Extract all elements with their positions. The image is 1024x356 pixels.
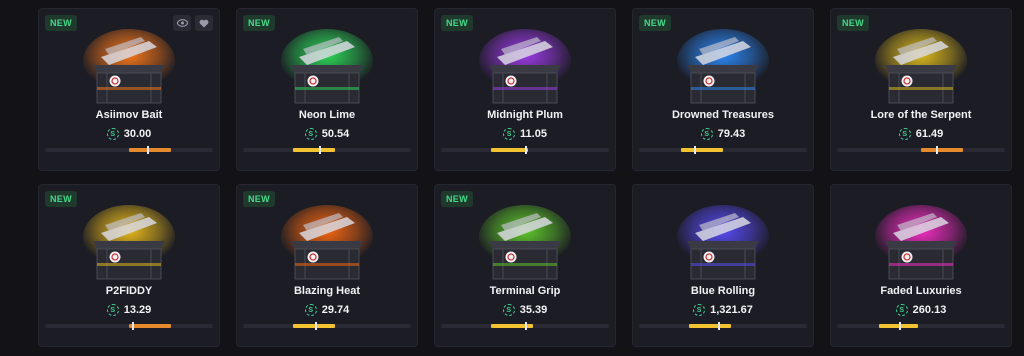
value-range-bar (441, 322, 609, 330)
value-range-marker (936, 146, 939, 154)
case-grid: NEW Asiimov Bait S 30.00 NEW Neon Lime S… (0, 0, 1024, 356)
case-name: Faded Luxuries (880, 285, 962, 297)
value-range-marker (132, 322, 135, 330)
value-range-bar (837, 146, 1005, 154)
value-range-bar (45, 322, 213, 330)
case-card[interactable]: NEW (434, 8, 616, 171)
coin-icon: S (106, 304, 119, 316)
heart-icon[interactable] (195, 15, 213, 31)
price-row: S 79.43 (633, 128, 813, 140)
new-badge: NEW (45, 191, 77, 207)
value-range-fill (129, 324, 171, 328)
case-name: P2FIDDY (105, 285, 153, 297)
case-image (673, 203, 773, 287)
new-badge: NEW (441, 191, 473, 207)
case-price: 29.74 (321, 304, 350, 316)
case-price: 61.49 (915, 128, 944, 140)
case-card[interactable]: NEW (38, 184, 220, 347)
price-row: S 11.05 (435, 128, 615, 140)
price-row: S 29.74 (237, 304, 417, 316)
value-range-bar (639, 146, 807, 154)
case-price: 35.39 (519, 304, 548, 316)
new-badge: NEW (639, 15, 671, 31)
case-card[interactable]: NEW (38, 8, 220, 171)
value-range-fill (293, 148, 336, 152)
case-name: Terminal Grip (489, 285, 561, 297)
value-range-fill (491, 148, 529, 152)
new-badge: NEW (441, 15, 473, 31)
case-price: 13.29 (123, 304, 152, 316)
case-name: Blazing Heat (293, 285, 360, 297)
case-price: 260.13 (912, 304, 947, 316)
case-price: 79.43 (717, 128, 746, 140)
value-range-fill (689, 324, 732, 328)
coin-icon: S (304, 304, 317, 316)
value-range-marker (318, 146, 321, 154)
case-image (277, 203, 377, 287)
price-row: S 61.49 (831, 128, 1011, 140)
new-badge: NEW (45, 15, 77, 31)
case-image (475, 203, 575, 287)
coin-icon: S (106, 128, 119, 140)
value-range-fill (921, 148, 963, 152)
case-image (475, 27, 575, 111)
case-card[interactable]: NEW (632, 8, 814, 171)
coin-icon: S (700, 128, 713, 140)
case-name: Lore of the Serpent (870, 109, 972, 121)
case-image (277, 27, 377, 111)
value-range-bar (45, 146, 213, 154)
value-range-bar (639, 322, 807, 330)
value-range-marker (147, 146, 150, 154)
coin-icon: S (503, 128, 516, 140)
value-range-marker (717, 322, 720, 330)
value-range-bar (441, 146, 609, 154)
case-card[interactable]: NEW (830, 8, 1012, 171)
case-name: Asiimov Bait (95, 109, 163, 121)
price-row: S 30.00 (39, 128, 219, 140)
value-range-marker (315, 322, 318, 330)
value-range-fill (129, 148, 171, 152)
new-badge: NEW (243, 191, 275, 207)
case-image (79, 203, 179, 287)
case-card[interactable]: NEW (236, 184, 418, 347)
case-price: 1,321.67 (710, 304, 753, 316)
value-range-fill (681, 148, 723, 152)
value-range-marker (525, 146, 527, 154)
coin-icon: S (693, 304, 706, 316)
case-image (79, 27, 179, 111)
new-badge: NEW (243, 15, 275, 31)
case-price: 30.00 (123, 128, 152, 140)
price-row: S 50.54 (237, 128, 417, 140)
case-name: Blue Rolling (690, 285, 756, 297)
price-row: S 35.39 (435, 304, 615, 316)
coin-icon: S (898, 128, 911, 140)
case-card[interactable]: NEW (434, 184, 616, 347)
case-card[interactable]: Faded Luxuries S 260.13 (830, 184, 1012, 347)
case-price: 50.54 (321, 128, 350, 140)
price-row: S 13.29 (39, 304, 219, 316)
case-name: Midnight Plum (487, 109, 563, 121)
case-name: Drowned Treasures (671, 109, 775, 121)
price-row: S 1,321.67 (633, 304, 813, 316)
card-actions (173, 15, 213, 31)
coin-icon: S (502, 304, 515, 316)
value-range-marker (899, 322, 902, 330)
value-range-bar (243, 322, 411, 330)
case-price: 11.05 (520, 128, 547, 140)
coin-icon: S (304, 128, 317, 140)
value-range-bar (243, 146, 411, 154)
value-range-marker (694, 146, 697, 154)
case-image (871, 203, 971, 287)
case-card[interactable]: NEW (236, 8, 418, 171)
value-range-fill (491, 324, 534, 328)
value-range-marker (525, 322, 527, 330)
price-row: S 260.13 (831, 304, 1011, 316)
case-card[interactable]: Blue Rolling S 1,321.67 (632, 184, 814, 347)
new-badge: NEW (837, 15, 869, 31)
case-image (673, 27, 773, 111)
case-name: Neon Lime (298, 109, 356, 121)
coin-icon: S (895, 304, 908, 316)
case-image (871, 27, 971, 111)
value-range-bar (837, 322, 1005, 330)
